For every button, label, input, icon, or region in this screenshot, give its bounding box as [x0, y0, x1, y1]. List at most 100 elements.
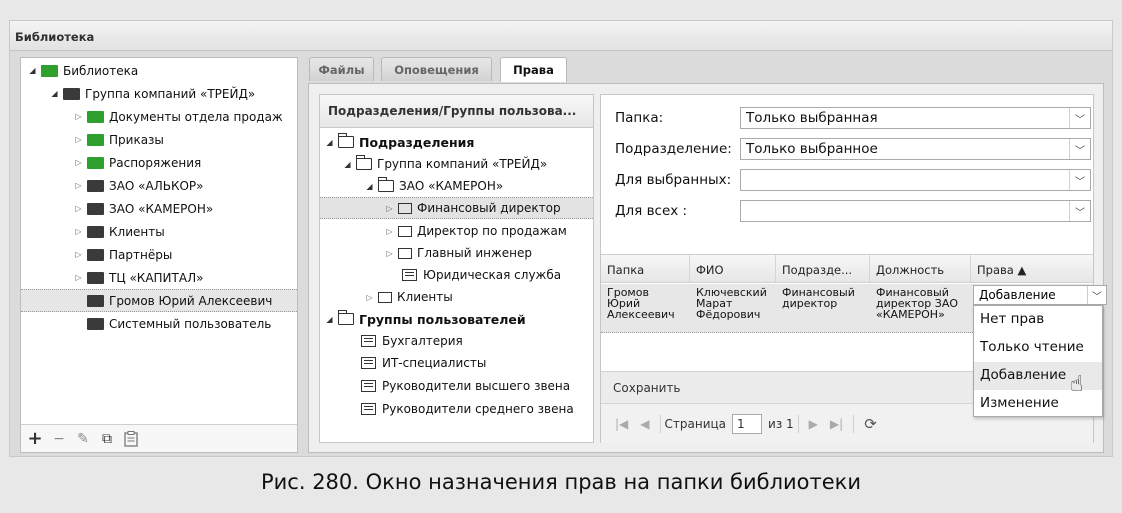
expand-closed-icon[interactable]: ▷ [73, 204, 84, 213]
group-item-label: Подразделения [359, 134, 475, 150]
option-read-only[interactable]: Только чтение [974, 334, 1102, 362]
groups-panel: Подразделения/Группы пользова... ◢ Подра… [319, 94, 594, 443]
option-add[interactable]: Добавление ☝ [974, 362, 1102, 397]
tab-files[interactable]: Файлы [309, 57, 374, 81]
chevron-down-icon[interactable]: ﹀ [1069, 139, 1090, 159]
expand-closed-icon[interactable]: ▷ [73, 158, 84, 167]
tab-notifications[interactable]: Оповещения [381, 57, 492, 81]
expand-closed-icon[interactable]: ▷ [73, 112, 84, 121]
folder-icon [398, 202, 412, 214]
green-folder-icon [41, 64, 58, 77]
folder-select[interactable]: Только выбранная ﹀ [740, 107, 1091, 129]
remove-icon[interactable]: − [49, 429, 69, 449]
expand-open-icon[interactable]: ◢ [324, 315, 335, 324]
option-edit[interactable]: Изменение [974, 390, 1102, 418]
group-item-label: Финансовый директор [417, 201, 561, 215]
tree-item-clients[interactable]: ▷ Клиенты [73, 220, 164, 243]
expand-closed-icon[interactable]: ▷ [384, 204, 395, 213]
group-item-kameron[interactable]: ◢ ЗАО «КАМЕРОН» [364, 175, 503, 197]
tree-item-directives[interactable]: ▷ Распоряжения [73, 151, 201, 174]
add-icon[interactable]: + [25, 428, 45, 449]
option-no-rights[interactable]: Нет прав [974, 306, 1102, 334]
expand-closed-icon[interactable]: ▷ [364, 293, 375, 302]
edit-pencil-icon[interactable]: ✎ [73, 429, 93, 449]
expand-closed-icon[interactable]: ▷ [73, 273, 84, 282]
rights-select[interactable]: Добавление ﹀ [973, 285, 1107, 305]
prev-page-icon[interactable]: ◀ [640, 417, 649, 431]
save-button[interactable]: Сохранить [613, 381, 681, 395]
tree-item-orders[interactable]: ▷ Приказы [73, 128, 163, 151]
group-item-label: Руководители высшего звена [382, 379, 571, 393]
group-item-clients[interactable]: ▷ Клиенты [364, 286, 453, 308]
tree-item-label: Системный пользователь [109, 316, 272, 331]
dark-folder-icon [87, 271, 104, 284]
group-item-chief-engineer[interactable]: ▷ Главный инженер [384, 242, 532, 264]
pager-separator [797, 414, 799, 433]
group-item-sales-director[interactable]: ▷ Директор по продажам [384, 220, 566, 242]
expand-closed-icon[interactable]: ▷ [384, 249, 395, 258]
col-folder[interactable]: Папка [601, 255, 690, 282]
group-item-trade[interactable]: ◢ Группа компаний «ТРЕЙД» [342, 153, 547, 175]
tree-item-partners[interactable]: ▷ Партнёры [73, 243, 172, 266]
tree-item-sales-docs[interactable]: ▷ Документы отдела продаж [73, 105, 282, 128]
last-page-icon[interactable]: ▶| [830, 417, 843, 431]
tree-item-library[interactable]: ◢ Библиотека [27, 59, 138, 82]
tree-item-kameron[interactable]: ▷ ЗАО «КАМЕРОН» [73, 197, 213, 220]
chevron-down-icon[interactable]: ﹀ [1069, 201, 1090, 221]
list-document-icon [361, 380, 376, 392]
tab-rights[interactable]: Права [500, 57, 567, 82]
dark-folder-icon [87, 202, 104, 215]
expand-open-icon[interactable]: ◢ [364, 182, 375, 191]
pager-separator [659, 414, 661, 433]
chevron-down-icon[interactable]: ﹀ [1069, 170, 1090, 190]
group-item-accounting[interactable]: Бухгалтерия [361, 330, 463, 352]
list-document-icon [361, 335, 376, 347]
chevron-down-icon[interactable]: ﹀ [1069, 108, 1090, 128]
col-position[interactable]: Должность [870, 255, 971, 282]
expand-closed-icon[interactable]: ▷ [384, 227, 395, 236]
expand-open-icon[interactable]: ◢ [49, 89, 60, 98]
rights-form-panel: Папка: Только выбранная ﹀ Подразделение:… [600, 94, 1107, 443]
department-select[interactable]: Только выбранное ﹀ [740, 138, 1091, 160]
tree-item-capital[interactable]: ▷ ТЦ «КАПИТАЛ» [73, 266, 203, 289]
expand-open-icon[interactable]: ◢ [324, 138, 335, 147]
copy-icon[interactable]: ⧉ [97, 429, 117, 449]
tree-item-gromov[interactable]: Громов Юрий Алексеевич [21, 289, 297, 312]
paste-icon[interactable] [121, 429, 141, 449]
expand-closed-icon[interactable]: ▷ [73, 181, 84, 190]
first-page-icon[interactable]: |◀ [615, 417, 628, 431]
chevron-down-icon[interactable]: ﹀ [1087, 286, 1106, 304]
expand-open-icon[interactable]: ◢ [342, 160, 353, 169]
col-rights[interactable]: Права ▲ [971, 255, 1093, 282]
tree-item-system-user[interactable]: Системный пользователь [87, 312, 271, 335]
group-item-label: Группа компаний «ТРЕЙД» [377, 157, 548, 171]
for-all-label: Для всех : [615, 203, 688, 219]
group-item-label: ЗАО «КАМЕРОН» [399, 179, 504, 193]
group-item-it[interactable]: ИТ-специалисты [361, 352, 486, 374]
col-fio[interactable]: ФИО [690, 255, 776, 282]
tree-item-alkor[interactable]: ▷ ЗАО «АЛЬКОР» [73, 174, 203, 197]
page-input[interactable]: 1 [732, 413, 763, 434]
for-selected-select[interactable]: ﹀ [740, 169, 1091, 191]
expand-closed-icon[interactable]: ▷ [73, 135, 84, 144]
group-item-user-groups[interactable]: ◢ Группы пользователей [324, 308, 526, 330]
group-item-departments[interactable]: ◢ Подразделения [324, 131, 474, 153]
page-count: из 1 [768, 416, 794, 431]
groups-header[interactable]: Подразделения/Группы пользова... [320, 95, 593, 128]
expand-closed-icon[interactable]: ▷ [73, 250, 84, 259]
expand-open-icon[interactable]: ◢ [27, 66, 38, 75]
for-all-select[interactable]: ﹀ [740, 200, 1091, 222]
group-item-middle-managers[interactable]: Руководители среднего звена [361, 398, 574, 420]
group-item-label: Клиенты [397, 290, 453, 304]
rights-panel: Подразделения/Группы пользова... ◢ Подра… [308, 83, 1107, 453]
group-item-legal[interactable]: Юридическая служба [402, 264, 561, 286]
next-page-icon[interactable]: ▶ [809, 417, 818, 431]
col-department[interactable]: Подразде... [776, 255, 870, 282]
group-item-cfo[interactable]: ▷ Финансовый директор [320, 197, 593, 219]
tree-item-trade-group[interactable]: ◢ Группа компаний «ТРЕЙД» [49, 82, 255, 105]
list-document-icon [402, 269, 417, 281]
group-item-top-managers[interactable]: Руководители высшего звена [361, 375, 570, 397]
expand-closed-icon[interactable]: ▷ [73, 227, 84, 236]
refresh-icon[interactable]: ⟳ [864, 415, 877, 433]
tree-item-label: ТЦ «КАПИТАЛ» [109, 270, 204, 285]
